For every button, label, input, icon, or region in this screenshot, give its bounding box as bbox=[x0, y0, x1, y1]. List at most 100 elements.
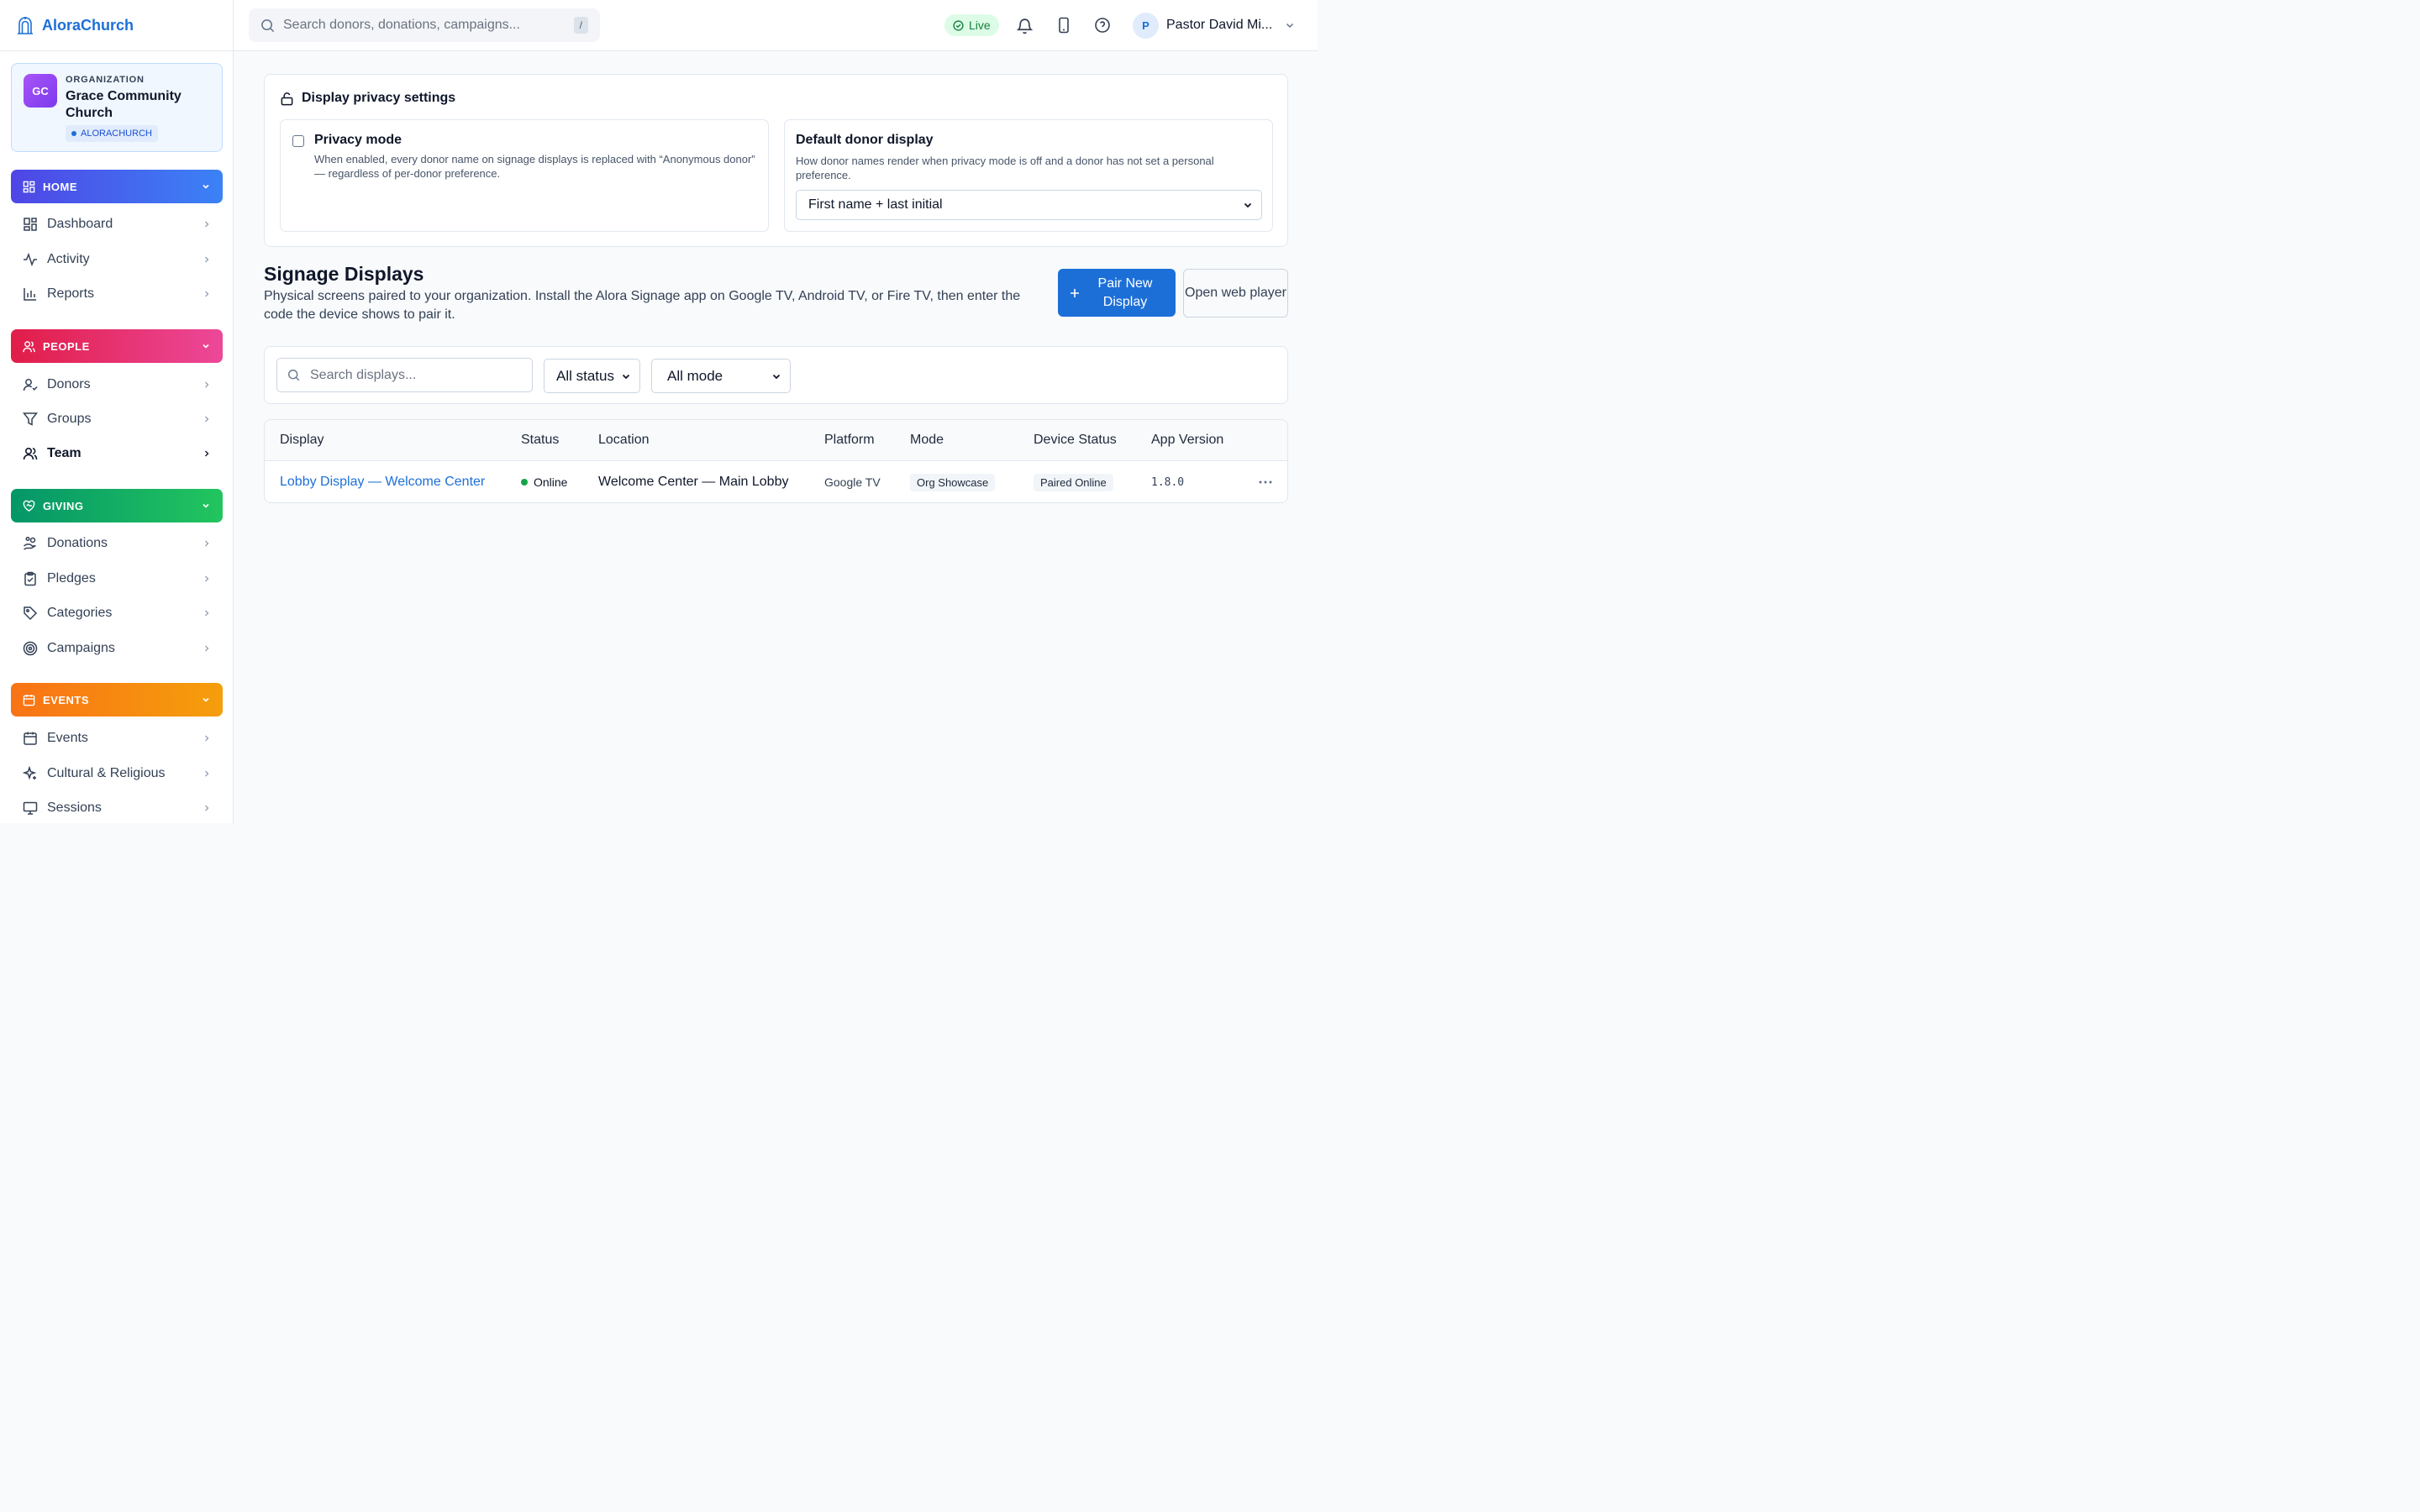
dashboard-icon bbox=[23, 217, 38, 232]
church-logo-icon bbox=[17, 16, 34, 34]
chevron-right-icon bbox=[203, 381, 211, 389]
device-status-cell: Paired Online bbox=[1034, 461, 1113, 502]
column-header-platform[interactable]: Platform bbox=[824, 433, 875, 448]
section-events[interactable]: EVENTS bbox=[11, 683, 223, 717]
chevron-right-icon bbox=[203, 220, 211, 228]
column-header-display[interactable]: Display bbox=[280, 433, 324, 448]
chevron-right-icon bbox=[203, 255, 211, 264]
status-filter-select[interactable]: All status bbox=[544, 359, 640, 393]
mode-filter-select[interactable]: All mode bbox=[651, 359, 791, 393]
sidebar-item-pledges[interactable]: Pledges bbox=[11, 562, 223, 596]
user-menu[interactable]: P Pastor David Mi... bbox=[1133, 12, 1295, 39]
brand[interactable]: AloraChurch bbox=[0, 0, 233, 51]
sidebar-item-label: Dashboard bbox=[47, 217, 113, 231]
location-cell: Welcome Center — Main Lobby bbox=[598, 475, 789, 489]
sidebar-item-campaigns[interactable]: Campaigns bbox=[11, 632, 223, 665]
default-donor-display-select[interactable]: First name + last initial bbox=[796, 190, 1262, 220]
topbar: Search donors, donations, campaigns... /… bbox=[234, 0, 1318, 51]
sidebar-item-categories[interactable]: Categories bbox=[11, 596, 223, 630]
organization-kicker: ORGANIZATION bbox=[66, 75, 145, 85]
more-actions-icon[interactable] bbox=[1259, 461, 1272, 502]
column-header-app-version[interactable]: App Version bbox=[1151, 433, 1223, 448]
user-avatar: P bbox=[1133, 12, 1159, 39]
chevron-right-icon bbox=[203, 769, 211, 778]
column-header-location[interactable]: Location bbox=[598, 433, 650, 448]
section-home[interactable]: HOME bbox=[11, 170, 223, 203]
search-icon bbox=[260, 18, 275, 33]
help-icon[interactable] bbox=[1092, 15, 1113, 35]
filter-icon bbox=[23, 412, 38, 427]
mode-badge: Org Showcase bbox=[910, 473, 996, 491]
global-search-input[interactable]: Search donors, donations, campaigns... / bbox=[249, 8, 600, 42]
organization-name: Grace Community Church bbox=[66, 89, 182, 120]
device-status-badge: Paired Online bbox=[1034, 473, 1113, 491]
privacy-mode-checkbox[interactable] bbox=[292, 135, 304, 147]
sidebar-item-activity[interactable]: Activity bbox=[11, 243, 223, 276]
column-header-device-status[interactable]: Device Status bbox=[1034, 433, 1117, 448]
organization-card[interactable]: GC ORGANIZATION Grace Community Church A… bbox=[11, 63, 223, 152]
display-name-link[interactable]: Lobby Display — Welcome Center bbox=[280, 461, 485, 502]
tag-icon bbox=[23, 606, 38, 621]
chevron-down-icon bbox=[1285, 20, 1295, 30]
chevron-down-icon bbox=[771, 371, 781, 381]
sidebar-item-events[interactable]: Events bbox=[11, 722, 223, 755]
calendar-icon bbox=[23, 694, 35, 706]
table-header: Display Status Location Platform Mode De… bbox=[265, 420, 1287, 461]
sidebar-item-label: Groups bbox=[47, 412, 92, 426]
sidebar-item-team[interactable]: Team bbox=[11, 437, 223, 470]
sidebar-item-label: Activity bbox=[47, 252, 90, 266]
mode-cell: Org Showcase bbox=[910, 461, 996, 502]
sidebar-item-label: Pledges bbox=[47, 571, 96, 585]
bell-icon[interactable] bbox=[1014, 15, 1034, 35]
status-cell: Online bbox=[521, 461, 568, 502]
privacy-mode-title: Privacy mode bbox=[314, 133, 402, 147]
select-value: All mode bbox=[667, 367, 723, 384]
grid-icon bbox=[23, 181, 35, 193]
sidebar-item-reports[interactable]: Reports bbox=[11, 277, 223, 311]
sidebar-item-label: Campaigns bbox=[47, 641, 115, 655]
sidebar-item-label: Events bbox=[47, 731, 88, 745]
sidebar-item-donations[interactable]: Donations bbox=[11, 527, 223, 560]
sidebar-item-cultural-religious[interactable]: Cultural & Religious bbox=[11, 757, 223, 790]
target-icon bbox=[23, 641, 38, 656]
privacy-card-title: Display privacy settings bbox=[280, 91, 455, 106]
sidebar-item-groups[interactable]: Groups bbox=[11, 402, 223, 436]
chevron-down-icon bbox=[201, 181, 211, 192]
pair-new-display-button[interactable]: Pair New Display bbox=[1058, 269, 1176, 317]
badge-dot bbox=[71, 131, 76, 136]
sidebar-item-label: Sessions bbox=[47, 801, 102, 815]
display-search-input[interactable]: Search displays... bbox=[276, 358, 533, 392]
select-value: All status bbox=[556, 367, 614, 384]
sidebar-item-label: Categories bbox=[47, 606, 113, 620]
sidebar-item-sessions[interactable]: Sessions bbox=[11, 791, 223, 823]
monitor-icon bbox=[23, 801, 38, 816]
column-header-mode[interactable]: Mode bbox=[910, 433, 944, 448]
chevron-down-icon bbox=[621, 371, 631, 381]
privacy-mode-box: Privacy mode When enabled, every donor n… bbox=[280, 119, 769, 232]
sidebar-item-label: Cultural & Religious bbox=[47, 766, 166, 780]
sidebar-item-dashboard[interactable]: Dashboard bbox=[11, 207, 223, 241]
user-name: Pastor David Mi... bbox=[1166, 18, 1273, 32]
search-shortcut-key: / bbox=[573, 17, 588, 34]
mobile-device-icon[interactable] bbox=[1054, 15, 1074, 35]
sidebar-item-label: Donors bbox=[47, 377, 91, 391]
unlock-icon bbox=[280, 92, 294, 106]
table-row[interactable]: Lobby Display — Welcome Center Online We… bbox=[265, 461, 1287, 502]
chevron-down-icon bbox=[201, 501, 211, 511]
chevron-right-icon bbox=[203, 575, 211, 583]
chevron-right-icon bbox=[203, 449, 211, 458]
sidebar-item-donors[interactable]: Donors bbox=[11, 368, 223, 402]
app-version-cell: 1.8.0 bbox=[1151, 475, 1185, 489]
pair-new-display-label: Pair New Display bbox=[1097, 276, 1153, 309]
sidebar-item-label: Reports bbox=[47, 286, 95, 301]
open-web-player-button[interactable]: Open web player bbox=[1183, 269, 1288, 318]
organization-badge-label: ALORACHURCH bbox=[81, 129, 152, 139]
status-text: Online bbox=[534, 475, 568, 489]
search-icon bbox=[287, 369, 300, 381]
chevron-right-icon bbox=[203, 644, 211, 653]
live-status-badge[interactable]: Live bbox=[944, 14, 999, 36]
section-people[interactable]: PEOPLE bbox=[11, 329, 223, 363]
section-giving[interactable]: GIVING bbox=[11, 489, 223, 522]
chevron-down-icon bbox=[1243, 200, 1253, 210]
column-header-status[interactable]: Status bbox=[521, 433, 559, 448]
